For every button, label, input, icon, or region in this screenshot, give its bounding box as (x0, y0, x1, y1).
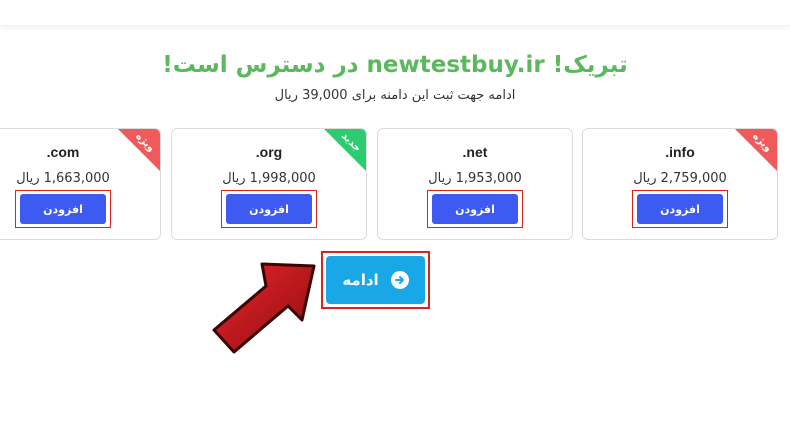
tld-label: .com (46, 144, 80, 160)
highlight-frame: افزودن (632, 190, 728, 228)
domain-card-net: .net 1,953,000 ریال افزودن (377, 128, 573, 240)
continue-label: ادامه (342, 271, 379, 289)
availability-headline: تبریک! newtestbuy.ir در دسترس است! (162, 52, 628, 78)
price-label: 1,953,000 ریال (428, 171, 522, 186)
domain-card-org: جدید .org 1,998,000 ریال افزودن (171, 128, 367, 240)
highlight-frame: افزودن (221, 190, 317, 228)
top-bar (0, 0, 790, 26)
add-button-com[interactable]: افزودن (20, 194, 106, 224)
highlight-frame: افزودن (427, 190, 523, 228)
continue-button[interactable]: ادامه (326, 256, 425, 304)
highlight-frame: افزودن (15, 190, 111, 228)
price-label: 1,663,000 ریال (16, 171, 110, 186)
tld-label: .org (255, 144, 283, 160)
price-label: 2,759,000 ریال (633, 171, 727, 186)
domain-card-info: ویژه .info 2,759,000 ریال افزودن (582, 128, 778, 240)
add-button-info[interactable]: افزودن (637, 194, 723, 224)
highlight-frame: ادامه (321, 251, 430, 309)
price-label: 1,998,000 ریال (222, 171, 316, 186)
tld-label: .info (665, 144, 695, 160)
registration-subline: ادامه جهت ثبت این دامنه برای 39,000 ریال (274, 88, 516, 103)
add-button-net[interactable]: افزودن (432, 194, 518, 224)
tld-label: .net (462, 144, 488, 160)
pointer-arrow-icon (212, 262, 316, 354)
domain-card-com: ویژه .com 1,663,000 ریال افزودن (0, 128, 161, 240)
arrow-right-circle-icon (390, 271, 409, 289)
add-button-org[interactable]: افزودن (226, 194, 312, 224)
